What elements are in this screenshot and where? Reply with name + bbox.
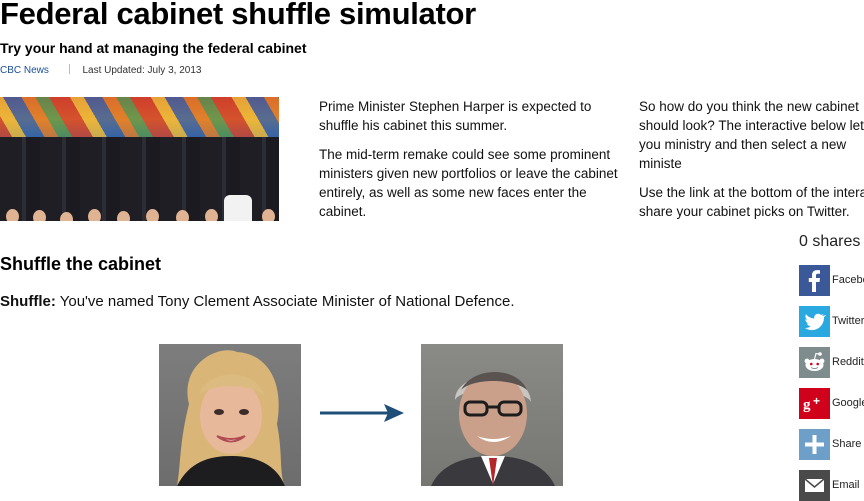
intro-paragraph: So how do you think the new cabinet shou… (639, 99, 864, 171)
outgoing-minister-photo[interactable] (159, 344, 301, 486)
email-icon (799, 469, 830, 501)
more-share-button[interactable]: Share (799, 428, 864, 460)
last-updated: Last Updated: July 3, 2013 (82, 65, 202, 76)
byline: CBC News Last Updated: July 3, 2013 (0, 64, 201, 76)
section-heading: Shuffle the cabinet (0, 254, 162, 274)
google-plus-share-button[interactable]: g + Google (799, 387, 864, 419)
intro-paragraph: Prime Minister Stephen Harper is expecte… (319, 99, 592, 133)
svg-text:+: + (813, 394, 820, 408)
reddit-share-button[interactable]: Reddit (799, 346, 864, 378)
intro-column-2: So how do you think the new cabinet shou… (639, 97, 864, 231)
shuffle-label: Shuffle: (0, 293, 56, 310)
twitter-icon (799, 305, 830, 337)
shuffle-status: Shuffle: You've named Tony Clement Assoc… (0, 293, 515, 310)
page-title: Federal cabinet shuffle simulator (0, 0, 476, 31)
intro-paragraph: Use the link at the bottom of the intera… (639, 185, 864, 219)
share-count: 0 shares (799, 233, 861, 250)
shuffle-message: You've named Tony Clement Associate Mini… (59, 293, 515, 310)
plus-icon (799, 428, 830, 460)
new-minister-photo[interactable] (421, 344, 563, 486)
reddit-icon (799, 346, 830, 378)
share-label: Twitter (832, 315, 864, 327)
intro-paragraph: The mid-term remake could see some promi… (319, 147, 618, 219)
cabinet-group-photo (0, 97, 279, 221)
share-label: Google (832, 397, 864, 409)
google-plus-icon: g + (799, 387, 830, 419)
intro-column-1: Prime Minister Stephen Harper is expecte… (319, 97, 624, 231)
email-share-button[interactable]: Email (799, 469, 864, 501)
svg-text:g: g (803, 397, 811, 413)
arrow-right-icon (320, 404, 404, 422)
share-label: Reddit (832, 356, 864, 368)
byline-divider (68, 64, 70, 74)
source-link[interactable]: CBC News (0, 65, 49, 76)
facebook-icon (799, 264, 830, 296)
twitter-share-button[interactable]: Twitter (799, 305, 864, 337)
share-label: Facebook (832, 274, 864, 286)
page-subtitle: Try your hand at managing the federal ca… (0, 40, 307, 56)
facebook-share-button[interactable]: Facebook (799, 264, 864, 296)
share-label: Email (832, 479, 860, 491)
share-label: Share (832, 438, 862, 450)
